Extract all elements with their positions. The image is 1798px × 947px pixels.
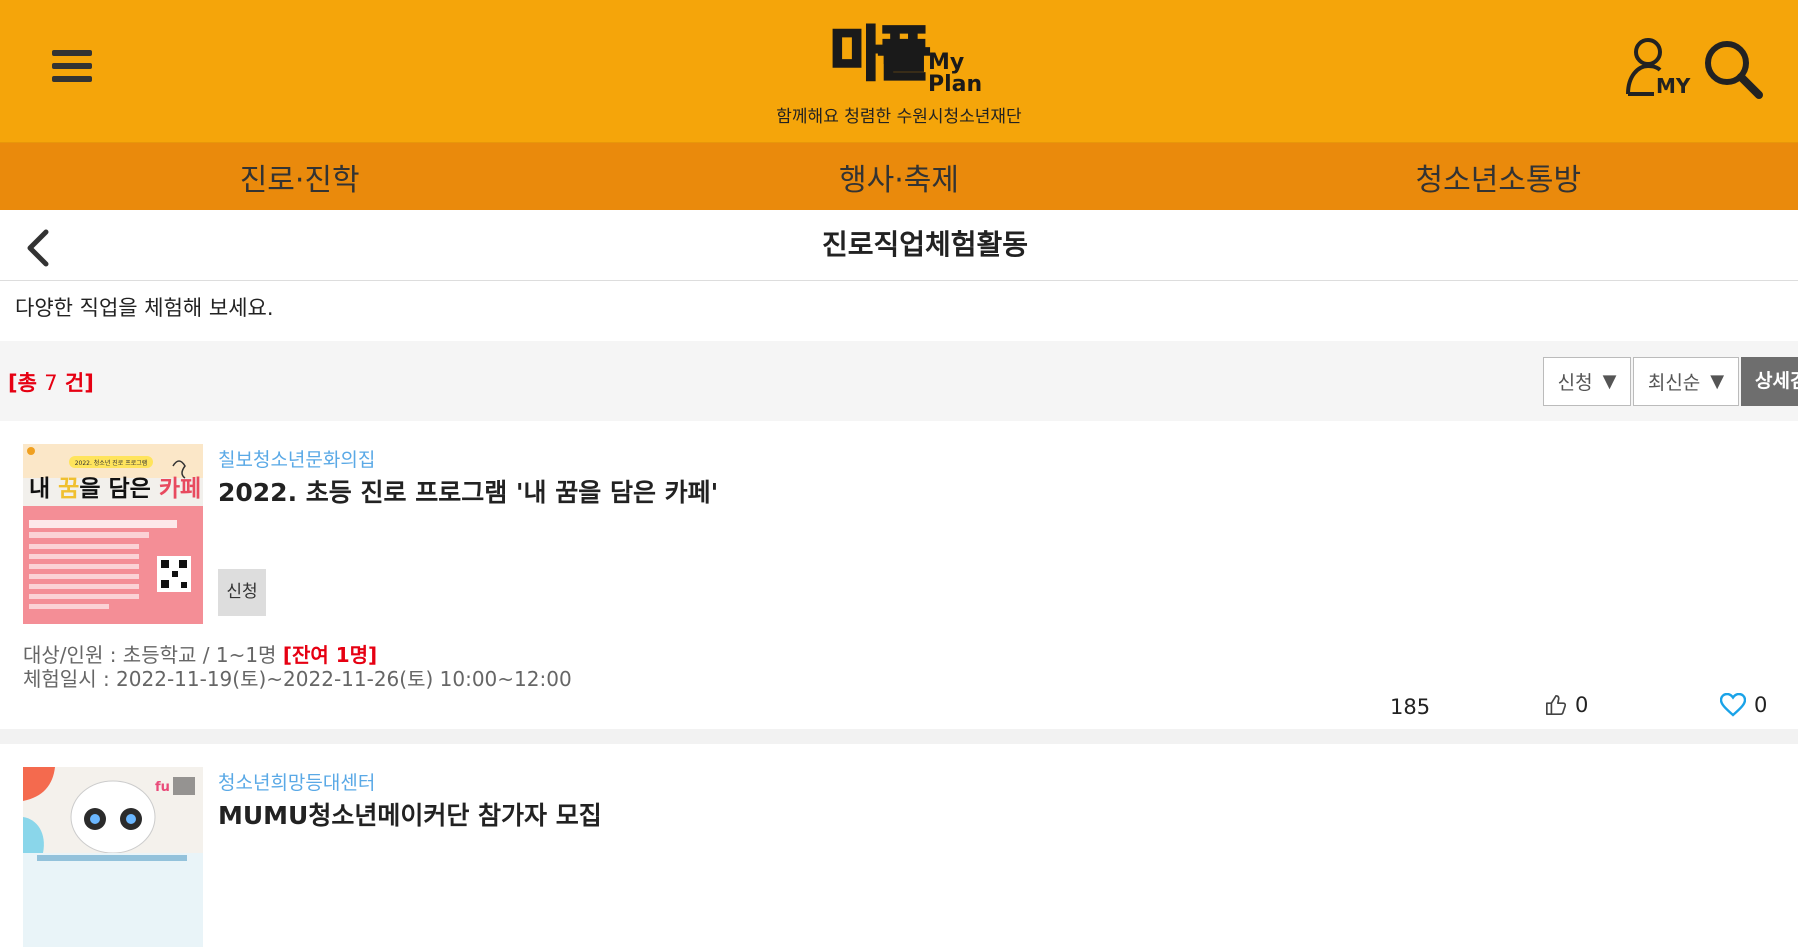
page-title-bar: 진로직업체험활동 (0, 210, 1798, 281)
like-button[interactable]: 0 (1545, 693, 1588, 717)
site-header: 마플 My Plan 함께해요 청렴한 수원시청소년재단 MY (0, 0, 1798, 143)
status-select[interactable]: 신청 ▼ (1543, 357, 1631, 406)
card-separator (0, 729, 1798, 744)
program-organization[interactable]: 청소년희망등대센터 (218, 768, 375, 795)
svg-text:fu: fu (155, 780, 170, 795)
logo-myplan: My Plan (928, 50, 983, 97)
sort-select[interactable]: 최신순 ▼ (1633, 357, 1739, 406)
program-card[interactable]: fu 청소년희망등대센터 MUMU청소년메이커단 참가자 모집 (0, 744, 1798, 947)
program-card[interactable]: 2022. 청소년 진로 프로그램 내 꿈을 담은 카페 칠보청소년문화의집 2… (0, 421, 1798, 729)
nav-item-events[interactable]: 행사·축제 (599, 143, 1198, 210)
dropdown-arrow-icon: ▼ (1710, 371, 1725, 392)
favorite-button[interactable]: 0 (1720, 693, 1767, 717)
program-title[interactable]: MUMU청소년메이커단 참가자 모집 (218, 796, 602, 832)
main-nav: 진로·진학 행사·축제 청소년소통방 (0, 143, 1798, 210)
thumbs-up-icon (1546, 695, 1567, 715)
filter-bar: [총 7 건] 신청 ▼ 최신순 ▼ 상세검 (0, 341, 1798, 421)
program-thumbnail[interactable]: fu (23, 767, 203, 947)
program-organization[interactable]: 칠보청소년문화의집 (218, 445, 375, 472)
logo-mark: 마플 (829, 19, 933, 90)
page-title: 진로직업체험활동 (821, 228, 1029, 261)
nav-item-career[interactable]: 진로·진학 (0, 143, 599, 210)
view-count: 185 (1390, 695, 1431, 719)
site-logo[interactable]: 마플 My Plan (829, 18, 983, 96)
dropdown-arrow-icon: ▼ (1602, 371, 1617, 392)
heart-icon (1720, 693, 1746, 717)
program-title[interactable]: 2022. 초등 진로 프로그램 '내 꿈을 담은 카페' (218, 473, 718, 509)
result-count: [총 7 건] (8, 371, 94, 395)
site-slogan: 함께해요 청렴한 수원시청소년재단 (776, 107, 1022, 127)
detail-search-button[interactable]: 상세검 (1741, 357, 1798, 406)
svg-text:2022. 청소년 진로 프로그램: 2022. 청소년 진로 프로그램 (75, 459, 148, 467)
back-arrow-icon[interactable] (18, 228, 58, 268)
search-icon[interactable] (1702, 38, 1764, 100)
status-badge: 신청 (218, 569, 266, 616)
my-label: MY (1656, 74, 1691, 98)
my-page-button[interactable]: MY (1624, 36, 1691, 98)
nav-item-youth-board[interactable]: 청소년소통방 (1199, 143, 1798, 210)
program-date: 체험일시 : 2022-11-19(토)~2022-11-26(토) 10:00… (23, 667, 572, 691)
hamburger-menu-icon[interactable] (52, 50, 92, 88)
page-intro: 다양한 직업을 체험해 보세요. (15, 296, 274, 320)
svg-text:내 꿈을 담은 카페: 내 꿈을 담은 카페 (29, 476, 201, 502)
program-thumbnail[interactable]: 2022. 청소년 진로 프로그램 내 꿈을 담은 카페 (23, 444, 203, 624)
